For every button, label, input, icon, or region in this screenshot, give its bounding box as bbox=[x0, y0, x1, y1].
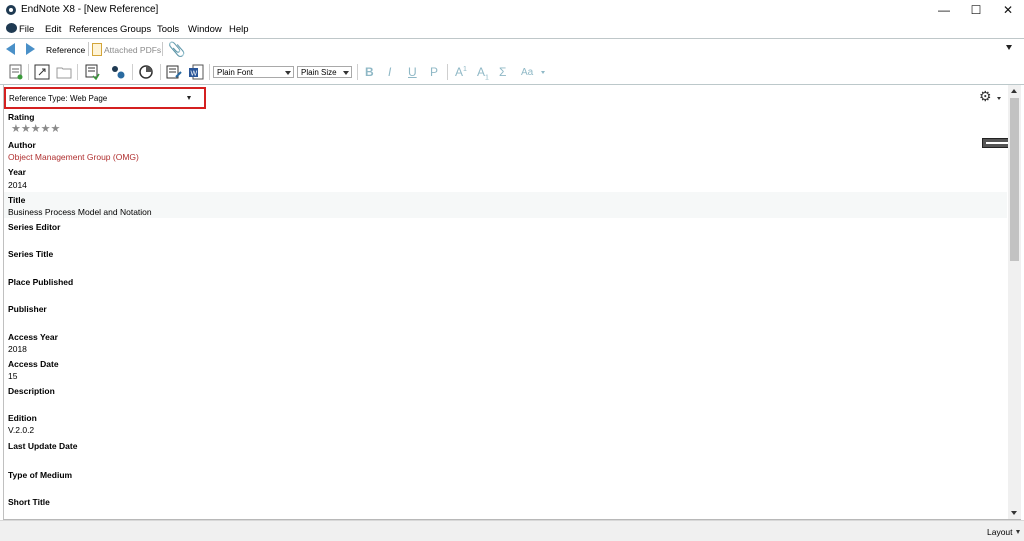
subscript-button[interactable]: A1 bbox=[477, 65, 489, 81]
description-label: Description bbox=[8, 386, 55, 396]
toolbar-divider bbox=[209, 64, 210, 80]
toolbar-divider bbox=[28, 64, 29, 80]
access-date-value[interactable]: 15 bbox=[8, 371, 17, 381]
back-arrow-icon[interactable] bbox=[6, 43, 15, 55]
title-field-row bbox=[4, 192, 1007, 218]
toolbar-divider bbox=[357, 64, 358, 80]
tab-reference[interactable]: Reference bbox=[46, 45, 85, 55]
type-of-medium-label: Type of Medium bbox=[8, 470, 73, 480]
superscript-label: A bbox=[455, 65, 464, 79]
insert-citation-icon[interactable] bbox=[84, 64, 100, 80]
menu-file[interactable]: File bbox=[19, 24, 34, 35]
access-year-value[interactable]: 2018 bbox=[8, 344, 27, 354]
rating-label: Rating bbox=[8, 112, 35, 122]
pdf-icon bbox=[92, 43, 102, 56]
forward-arrow-icon[interactable] bbox=[26, 43, 35, 55]
publisher-label: Publisher bbox=[8, 304, 47, 314]
menu-edit[interactable]: Edit bbox=[45, 24, 61, 35]
chevron-down-icon bbox=[285, 71, 291, 75]
superscript-marker: 1 bbox=[463, 66, 467, 73]
toolbar-divider bbox=[132, 64, 133, 80]
toolbar-divider bbox=[77, 64, 78, 80]
chevron-down-icon[interactable] bbox=[187, 96, 191, 100]
rating-stars[interactable]: ★★★★★ bbox=[11, 122, 60, 135]
word-document-icon[interactable]: W bbox=[188, 64, 204, 80]
tab-divider bbox=[162, 42, 163, 56]
last-update-date-label: Last Update Date bbox=[8, 441, 78, 451]
menu-references[interactable]: References bbox=[69, 24, 118, 35]
italic-button[interactable]: I bbox=[388, 65, 391, 79]
edit-document-icon[interactable] bbox=[166, 64, 182, 80]
reference-type-label: Reference Type: bbox=[9, 94, 68, 103]
chevron-down-icon[interactable] bbox=[1016, 530, 1020, 534]
new-reference-icon[interactable] bbox=[8, 64, 24, 80]
menu-groups[interactable]: Groups bbox=[120, 24, 151, 35]
scroll-down-arrow-icon[interactable] bbox=[1011, 511, 1017, 515]
short-title-label: Short Title bbox=[8, 497, 50, 507]
menu-help[interactable]: Help bbox=[229, 24, 249, 35]
paperclip-icon[interactable]: 📎 bbox=[168, 41, 185, 58]
font-size-select[interactable]: Plain Size bbox=[297, 66, 352, 78]
font-select-value: Plain Font bbox=[217, 68, 254, 77]
tab-divider bbox=[88, 42, 89, 56]
edition-value[interactable]: V.2.0.2 bbox=[8, 425, 34, 435]
find-full-text-icon[interactable] bbox=[110, 64, 126, 80]
scrollbar-thumb[interactable] bbox=[1010, 98, 1019, 261]
close-button[interactable]: ✕ bbox=[992, 0, 1024, 20]
superscript-button[interactable]: A1 bbox=[455, 65, 467, 79]
edition-label: Edition bbox=[8, 413, 37, 423]
year-label: Year bbox=[8, 167, 26, 177]
plain-text-button[interactable]: P bbox=[430, 65, 438, 79]
toolbar-divider bbox=[447, 64, 448, 80]
tab-attached-pdfs[interactable]: Attached PDFs bbox=[104, 45, 161, 55]
font-select[interactable]: Plain Font bbox=[213, 66, 294, 78]
toolbar-divider bbox=[160, 64, 161, 80]
subscript-label: A bbox=[477, 65, 486, 79]
series-editor-label: Series Editor bbox=[8, 222, 61, 232]
layout-button[interactable]: Layout bbox=[987, 527, 1013, 537]
svg-text:W: W bbox=[191, 71, 198, 78]
menu-window[interactable]: Window bbox=[188, 24, 222, 35]
endnote-app-icon bbox=[6, 5, 16, 15]
author-label: Author bbox=[8, 140, 36, 150]
series-title-label: Series Title bbox=[8, 249, 54, 259]
place-published-label: Place Published bbox=[8, 277, 74, 287]
menu-tools[interactable]: Tools bbox=[157, 24, 179, 35]
author-value[interactable]: Object Management Group (OMG) bbox=[8, 152, 139, 162]
document-menu-icon[interactable] bbox=[6, 23, 17, 33]
open-folder-icon[interactable] bbox=[56, 64, 72, 80]
title-label: Title bbox=[8, 195, 26, 205]
title-value[interactable]: Business Process Model and Notation bbox=[8, 207, 152, 217]
subscript-marker: 1 bbox=[485, 74, 489, 82]
change-case-button[interactable]: Aa bbox=[521, 67, 533, 78]
year-value[interactable]: 2014 bbox=[8, 180, 27, 190]
reference-editor-panel bbox=[3, 85, 1009, 520]
chevron-down-icon bbox=[343, 71, 349, 75]
font-size-select-value: Plain Size bbox=[301, 68, 337, 77]
underline-button[interactable]: U bbox=[408, 65, 417, 79]
online-search-icon[interactable] bbox=[138, 64, 154, 80]
scroll-up-arrow-icon[interactable] bbox=[1011, 89, 1017, 93]
gear-icon[interactable]: ⚙ bbox=[979, 88, 992, 105]
chevron-down-icon[interactable] bbox=[997, 97, 1001, 100]
menu-bar bbox=[0, 20, 1024, 37]
bold-button[interactable]: B bbox=[365, 65, 374, 79]
access-date-label: Access Date bbox=[8, 359, 59, 369]
chevron-down-icon[interactable] bbox=[541, 71, 545, 74]
symbol-button[interactable]: Σ bbox=[499, 65, 506, 79]
minimize-button[interactable]: — bbox=[928, 0, 960, 20]
access-year-label: Access Year bbox=[8, 332, 58, 342]
status-bar bbox=[0, 520, 1024, 541]
open-link-icon[interactable] bbox=[34, 64, 50, 80]
maximize-button[interactable]: ☐ bbox=[960, 0, 992, 20]
window-title: EndNote X8 - [New Reference] bbox=[21, 4, 159, 15]
reference-type-value[interactable]: Web Page bbox=[70, 94, 107, 103]
tab-options-dropdown-icon[interactable] bbox=[1006, 45, 1012, 50]
